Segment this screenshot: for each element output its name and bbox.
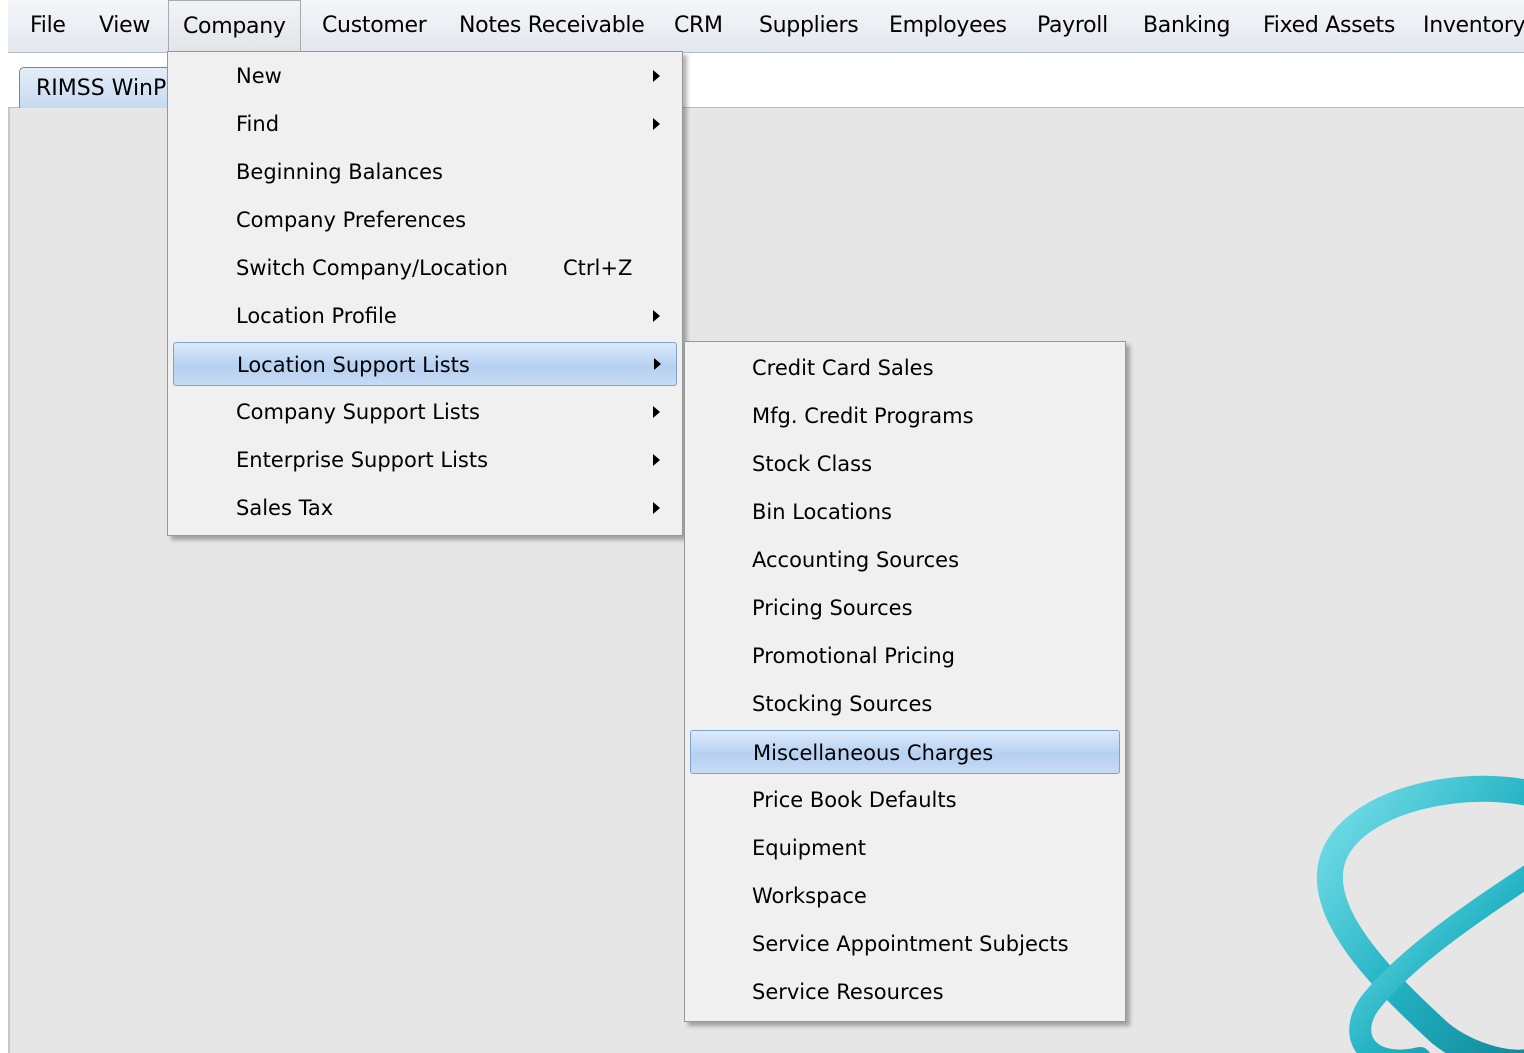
menu-inventory[interactable]: Inventory bbox=[1409, 0, 1524, 52]
menu-item-promotional-pricing[interactable]: Promotional Pricing bbox=[690, 634, 1120, 678]
swoosh-logo-icon bbox=[1316, 775, 1524, 1053]
menu-item-pricing-sources[interactable]: Pricing Sources bbox=[690, 586, 1120, 630]
menu-notes-receivable[interactable]: Notes Receivable bbox=[445, 0, 658, 52]
menu-view[interactable]: View bbox=[85, 0, 164, 52]
menu-item-label: Bin Locations bbox=[752, 500, 892, 524]
menu-item-stocking-sources[interactable]: Stocking Sources bbox=[690, 682, 1120, 726]
document-tab[interactable]: RIMSS WinPOS bbox=[19, 67, 189, 111]
menu-payroll[interactable]: Payroll bbox=[1023, 0, 1122, 52]
menu-item-credit-card-sales[interactable]: Credit Card Sales bbox=[690, 346, 1120, 390]
menu-item-sales-tax[interactable]: Sales Tax bbox=[173, 486, 677, 530]
menu-item-service-appointment-subjects[interactable]: Service Appointment Subjects bbox=[690, 922, 1120, 966]
menu-item-label: Beginning Balances bbox=[236, 160, 443, 184]
menu-item-label: Equipment bbox=[752, 836, 866, 860]
menu-crm[interactable]: CRM bbox=[660, 0, 737, 52]
submenu-arrow-icon bbox=[654, 358, 661, 370]
menu-item-miscellaneous-charges[interactable]: Miscellaneous Charges bbox=[690, 730, 1120, 774]
menu-item-label: Service Appointment Subjects bbox=[752, 932, 1069, 956]
menu-item-equipment[interactable]: Equipment bbox=[690, 826, 1120, 870]
menu-item-label: Pricing Sources bbox=[752, 596, 913, 620]
menu-item-location-support-lists[interactable]: Location Support Lists bbox=[173, 342, 677, 386]
menu-item-label: Accounting Sources bbox=[752, 548, 960, 572]
company-menu: New Find Beginning Balances Company Pref… bbox=[167, 51, 683, 536]
menu-item-workspace[interactable]: Workspace bbox=[690, 874, 1120, 918]
menu-item-label: Switch Company/Location bbox=[236, 256, 508, 280]
menu-item-accounting-sources[interactable]: Accounting Sources bbox=[690, 538, 1120, 582]
menu-item-label: Location Profile bbox=[236, 304, 397, 328]
menu-employees[interactable]: Employees bbox=[875, 0, 1021, 52]
submenu-arrow-icon bbox=[653, 406, 660, 418]
menu-item-beginning-balances[interactable]: Beginning Balances bbox=[173, 150, 677, 194]
menu-item-label: Sales Tax bbox=[236, 496, 334, 520]
menu-item-new[interactable]: New bbox=[173, 54, 677, 98]
menu-item-service-resources[interactable]: Service Resources bbox=[690, 970, 1120, 1014]
menu-item-company-preferences[interactable]: Company Preferences bbox=[173, 198, 677, 242]
menu-item-label: Miscellaneous Charges bbox=[753, 741, 994, 765]
menu-item-bin-locations[interactable]: Bin Locations bbox=[690, 490, 1120, 534]
menu-item-mfg-credit-programs[interactable]: Mfg. Credit Programs bbox=[690, 394, 1120, 438]
submenu-arrow-icon bbox=[653, 502, 660, 514]
menu-item-label: Service Resources bbox=[752, 980, 944, 1004]
menu-item-label: Stocking Sources bbox=[752, 692, 933, 716]
menu-item-label: Company Preferences bbox=[236, 208, 467, 232]
menu-item-switch-company-location[interactable]: Switch Company/Location Ctrl+Z bbox=[173, 246, 677, 290]
submenu-arrow-icon bbox=[653, 118, 660, 130]
submenu-arrow-icon bbox=[653, 310, 660, 322]
menu-item-label: Promotional Pricing bbox=[752, 644, 956, 668]
menu-item-label: Company Support Lists bbox=[236, 400, 480, 424]
menu-item-label: New bbox=[236, 64, 282, 88]
menu-file[interactable]: File bbox=[16, 0, 80, 52]
menu-item-label: Location Support Lists bbox=[237, 353, 470, 377]
menu-item-price-book-defaults[interactable]: Price Book Defaults bbox=[690, 778, 1120, 822]
menu-item-stock-class[interactable]: Stock Class bbox=[690, 442, 1120, 486]
menu-item-label: Find bbox=[236, 112, 280, 136]
menu-item-label: Stock Class bbox=[752, 452, 873, 476]
menu-item-label: Enterprise Support Lists bbox=[236, 448, 489, 472]
menu-item-enterprise-support-lists[interactable]: Enterprise Support Lists bbox=[173, 438, 677, 482]
menu-item-company-support-lists[interactable]: Company Support Lists bbox=[173, 390, 677, 434]
menu-customer[interactable]: Customer bbox=[308, 0, 440, 52]
menu-item-label: Workspace bbox=[752, 884, 867, 908]
menu-banking[interactable]: Banking bbox=[1129, 0, 1244, 52]
submenu-arrow-icon bbox=[653, 70, 660, 82]
menu-suppliers[interactable]: Suppliers bbox=[745, 0, 872, 52]
submenu-arrow-icon bbox=[653, 454, 660, 466]
menu-company[interactable]: Company bbox=[168, 0, 301, 52]
menu-item-label: Credit Card Sales bbox=[752, 356, 934, 380]
menu-fixed-assets[interactable]: Fixed Assets bbox=[1249, 0, 1409, 52]
menu-item-location-profile[interactable]: Location Profile bbox=[173, 294, 677, 338]
location-support-lists-submenu: Credit Card Sales Mfg. Credit Programs S… bbox=[684, 341, 1126, 1022]
shortcut-text: Ctrl+Z bbox=[563, 256, 633, 280]
menu-item-label: Price Book Defaults bbox=[752, 788, 957, 812]
menu-bar: File View Company Customer Notes Receiva… bbox=[8, 0, 1524, 53]
menu-item-find[interactable]: Find bbox=[173, 102, 677, 146]
menu-item-label: Mfg. Credit Programs bbox=[752, 404, 974, 428]
